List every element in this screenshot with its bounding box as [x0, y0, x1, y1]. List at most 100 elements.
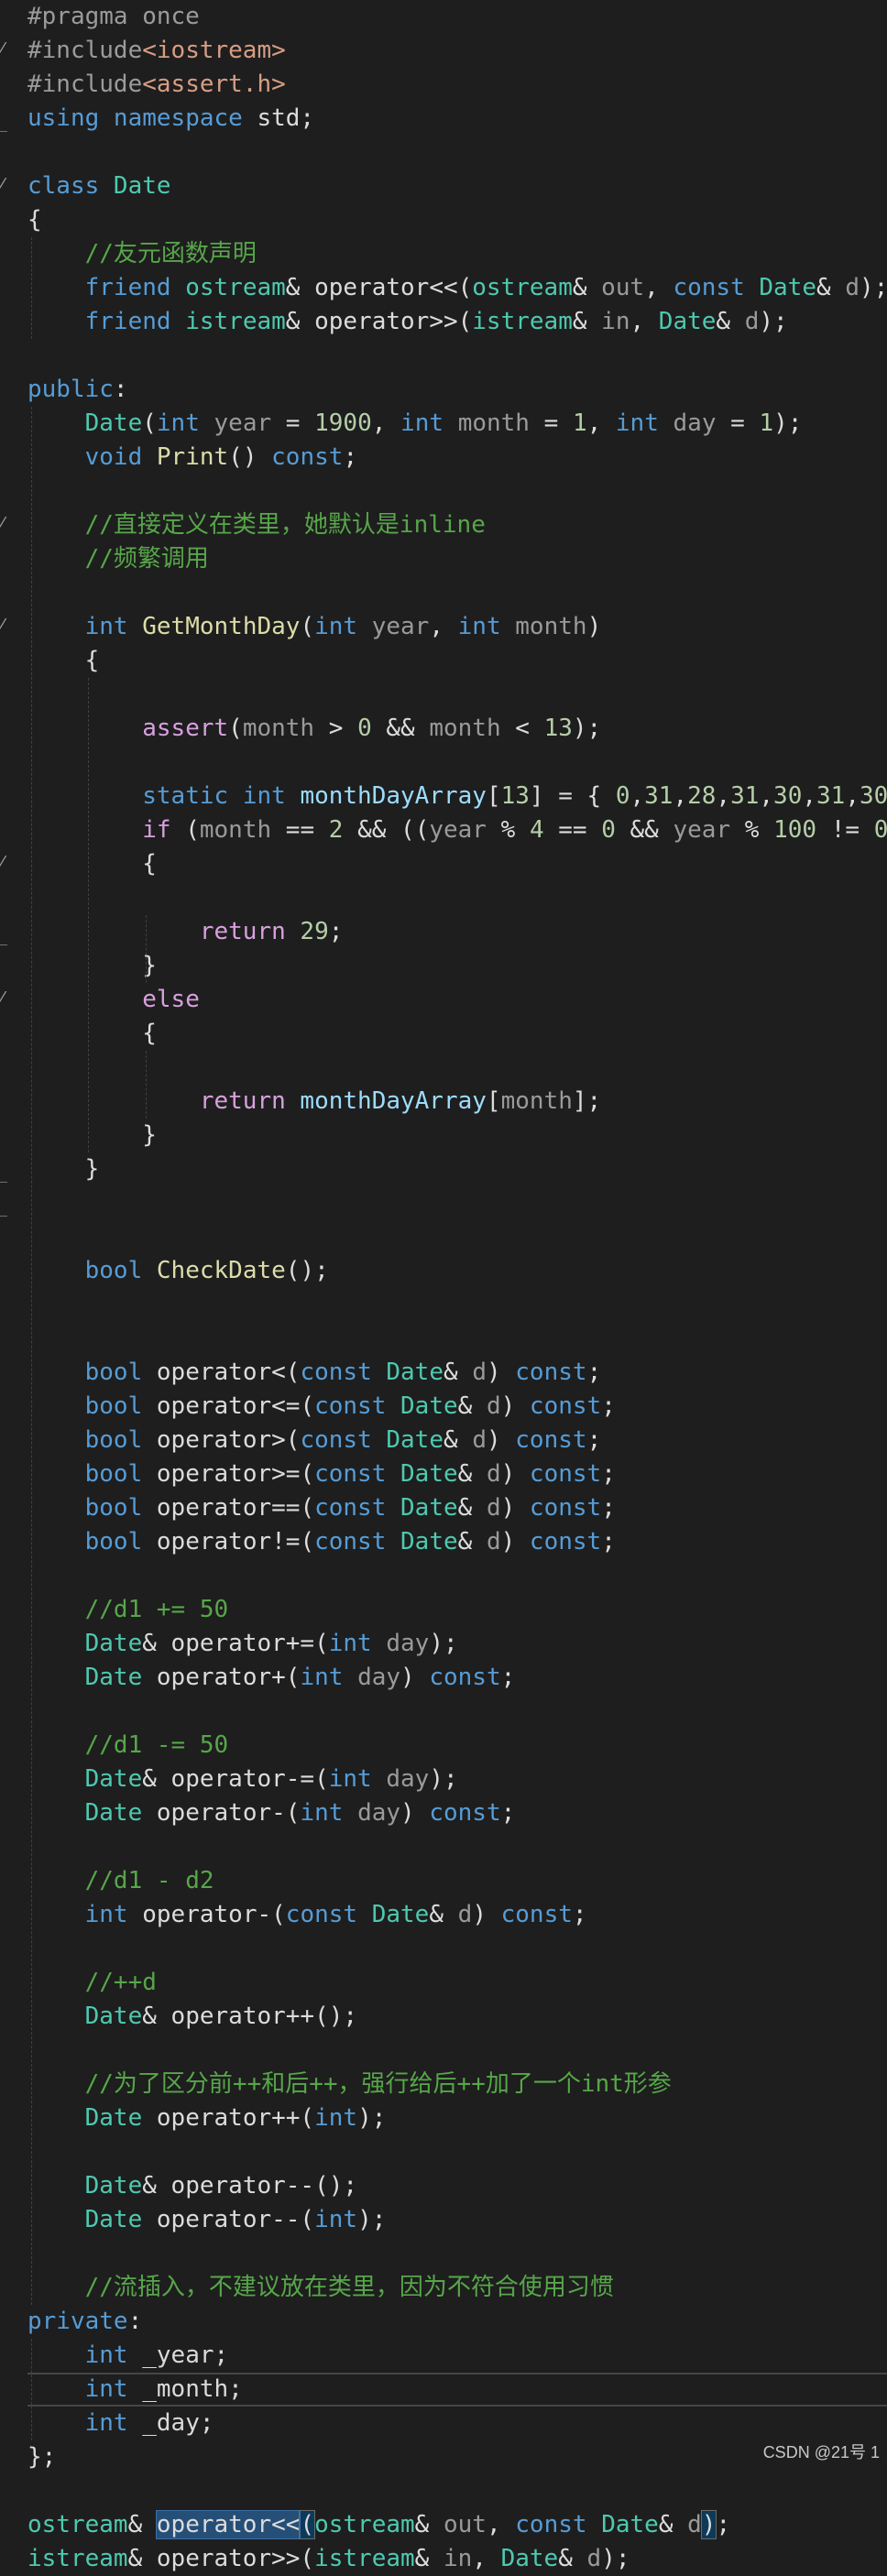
code-line[interactable]: //友元函数声明 [27, 237, 887, 271]
code-token: ; [572, 1901, 587, 1928]
code-line[interactable] [27, 881, 887, 915]
code-line[interactable] [27, 2135, 887, 2169]
code-line[interactable] [27, 1695, 887, 1729]
code-line[interactable]: static int monthDayArray[13] = { 0,31,28… [27, 780, 887, 813]
code-line[interactable] [27, 746, 887, 780]
code-line[interactable]: Date operator-(int day) const; [27, 1796, 887, 1830]
code-line[interactable] [27, 1830, 887, 1864]
code-line[interactable]: if (month == 2 && ((year % 4 == 0 && yea… [27, 813, 887, 847]
code-line[interactable] [27, 1322, 887, 1356]
code-token: & [572, 308, 602, 335]
code-line[interactable]: int _day; [27, 2407, 887, 2440]
code-line[interactable]: Date operator++(int); [27, 2101, 887, 2135]
code-token: & operator>>( [127, 2545, 315, 2572]
code-line[interactable]: //频繁调用 [27, 542, 887, 576]
code-line[interactable]: bool operator<=(const Date& d) const; [27, 1390, 887, 1424]
code-line[interactable]: private: [27, 2305, 887, 2339]
code-token: { [27, 647, 100, 674]
code-line[interactable]: Date& operator++(); [27, 2000, 887, 2034]
code-line[interactable]: #include<iostream> [27, 34, 887, 68]
code-line[interactable]: Date& operator+=(int day); [27, 1627, 887, 1661]
code-line[interactable] [27, 136, 887, 169]
code-line[interactable]: { [27, 1017, 887, 1051]
code-token: day [357, 1664, 401, 1691]
code-line[interactable]: Date(int year = 1900, int month = 1, int… [27, 407, 887, 441]
code-line[interactable]: } [27, 949, 887, 983]
code-line[interactable]: istream& operator>>(istream& in, Date& d… [27, 2542, 887, 2576]
code-line[interactable]: #include<assert.h> [27, 68, 887, 102]
code-line[interactable]: bool operator!=(const Date& d) const; [27, 1525, 887, 1559]
code-line[interactable]: bool operator<(const Date& d) const; [27, 1356, 887, 1390]
code-line[interactable]: } [27, 1152, 887, 1186]
code-line[interactable]: { [27, 203, 887, 237]
code-line[interactable]: else [27, 983, 887, 1017]
code-line[interactable]: public: [27, 373, 887, 407]
code-line[interactable]: Date operator--(int); [27, 2203, 887, 2237]
code-line[interactable]: //d1 += 50 [27, 1593, 887, 1627]
code-line[interactable]: } [27, 1119, 887, 1152]
code-line[interactable]: friend istream& operator>>(istream& in, … [27, 305, 887, 339]
code-line[interactable]: Date operator+(int day) const; [27, 1661, 887, 1695]
code-line[interactable]: ostream& operator<<(ostream& out, const … [27, 2508, 887, 2542]
code-line[interactable]: int operator-(const Date& d) const; [27, 1898, 887, 1932]
code-line[interactable]: //为了区分前++和后++，强行给后++加了一个int形参 [27, 2068, 887, 2101]
code-line[interactable]: class Date [27, 169, 887, 203]
code-line[interactable]: void Print() const; [27, 441, 887, 475]
code-line[interactable]: friend ostream& operator<<(ostream& out,… [27, 271, 887, 305]
code-line[interactable]: #pragma once [27, 0, 887, 34]
code-line[interactable]: int _year; [27, 2339, 887, 2373]
code-line[interactable]: int GetMonthDay(int year, int month) [27, 610, 887, 644]
code-line[interactable]: bool operator>(const Date& d) const; [27, 1424, 887, 1457]
code-line[interactable] [27, 339, 887, 373]
code-line[interactable] [27, 2474, 887, 2508]
code-line[interactable]: assert(month > 0 && month < 13); [27, 712, 887, 746]
code-line[interactable]: //流插入，不建议放在类里，因为不符合使用习惯 [27, 2271, 887, 2305]
fold-toggle-icon[interactable]: ⁄ [1, 175, 4, 194]
code-line[interactable]: Date& operator-=(int day); [27, 1763, 887, 1796]
code-line[interactable]: bool operator==(const Date& d) const; [27, 1491, 887, 1525]
code-line[interactable] [27, 1051, 887, 1085]
fold-toggle-icon[interactable]: ⁄ [1, 39, 4, 59]
fold-toggle-icon[interactable]: ⁄ [1, 514, 4, 533]
code-line[interactable]: { [27, 847, 887, 881]
code-token: { [27, 850, 157, 878]
code-line[interactable]: { [27, 644, 887, 678]
code-line[interactable] [27, 2237, 887, 2271]
code-line[interactable]: }; [27, 2440, 887, 2474]
code-line[interactable]: return monthDayArray[month]; [27, 1085, 887, 1119]
code-editor[interactable]: ⁄ ⁄ ⁄ ⁄ ⁄ ⁄ #pragma once #include<iostream> #in… [0, 0, 887, 2572]
code-line[interactable] [27, 1186, 887, 1220]
code-line[interactable] [27, 1932, 887, 1966]
code-line[interactable] [27, 576, 887, 610]
code-token: & [414, 2511, 444, 2538]
code-area[interactable]: #pragma once #include<iostream> #include<a… [27, 0, 887, 2576]
indent-guide [145, 915, 147, 983]
code-line[interactable] [27, 1288, 887, 1322]
code-line[interactable]: using namespace std; [27, 102, 887, 136]
code-line[interactable] [27, 678, 887, 712]
code-line[interactable]: bool operator>=(const Date& d) const; [27, 1457, 887, 1491]
code-line[interactable]: //++d [27, 1966, 887, 2000]
code-line[interactable]: int _month; [27, 2373, 887, 2407]
code-line[interactable] [27, 1220, 887, 1254]
code-line[interactable]: //d1 -= 50 [27, 1729, 887, 1763]
code-line[interactable]: return 29; [27, 915, 887, 949]
code-token: = [529, 409, 573, 437]
fold-toggle-icon[interactable]: ⁄ [1, 616, 4, 635]
code-token: istream [185, 308, 286, 335]
code-line[interactable] [27, 475, 887, 508]
code-line[interactable]: //直接定义在类里，她默认是inline [27, 508, 887, 542]
code-line[interactable]: Date& operator--(); [27, 2169, 887, 2203]
fold-toggle-icon[interactable]: ⁄ [1, 853, 4, 872]
code-line[interactable] [27, 1559, 887, 1593]
code-token: ); [429, 1765, 458, 1793]
fold-toggle-icon[interactable]: ⁄ [1, 988, 4, 1008]
code-line[interactable]: //d1 - d2 [27, 1864, 887, 1898]
code-line[interactable] [27, 2034, 887, 2068]
outline-gutter[interactable]: ⁄ ⁄ ⁄ ⁄ ⁄ ⁄ [0, 0, 15, 2469]
code-line[interactable]: bool CheckDate(); [27, 1254, 887, 1288]
